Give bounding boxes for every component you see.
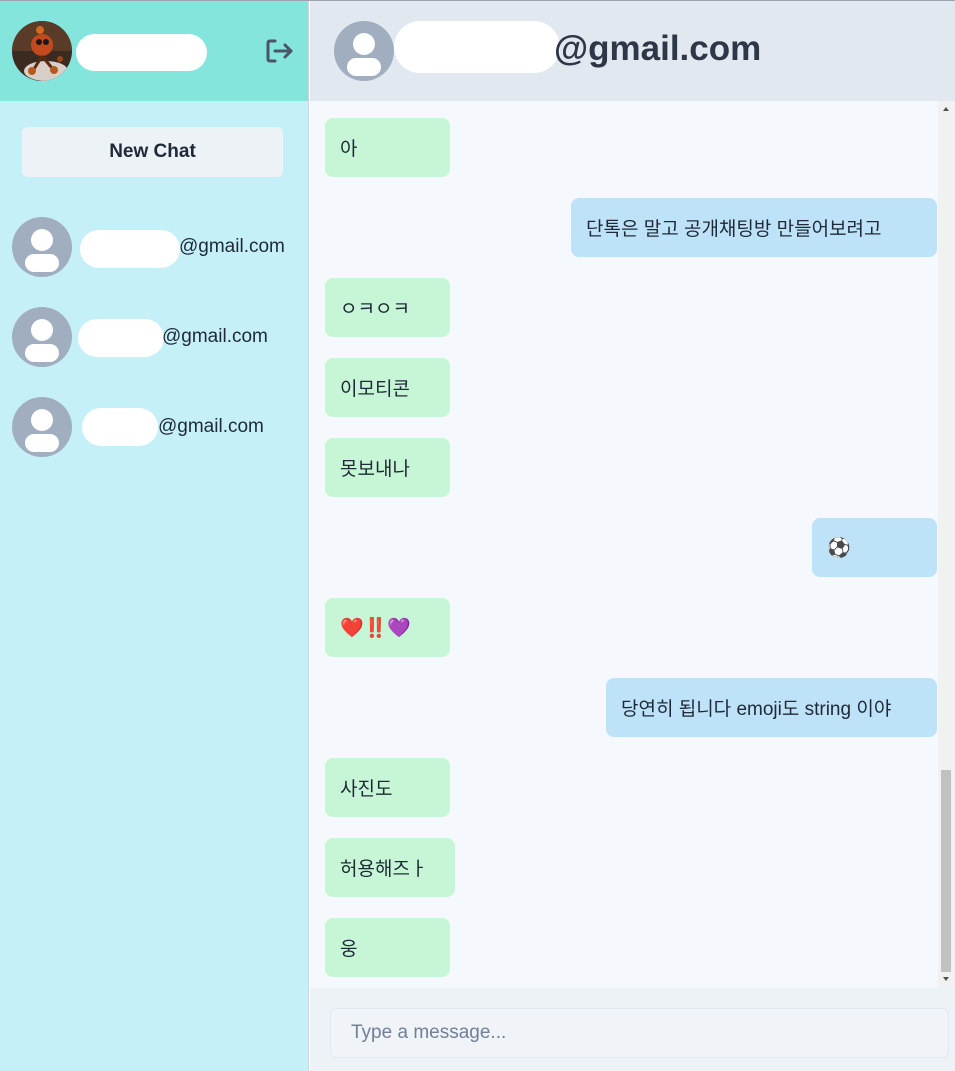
message-list: 아 단톡은 말고 공개채팅방 만들어보려고 ㅇㅋㅇㅋ 이모티콘 못보내나 ⚽ ❤… [310, 101, 938, 988]
message-outgoing: 단톡은 말고 공개채팅방 만들어보려고 [571, 198, 937, 257]
message-input[interactable] [330, 1008, 949, 1058]
message-outgoing: 당연히 됩니다 emoji도 string 이야 [606, 678, 937, 737]
logout-button[interactable] [264, 37, 296, 65]
redacted-username [76, 34, 207, 71]
message-incoming: 아 [325, 118, 450, 177]
chat-header: @gmail.com [310, 1, 955, 101]
message-incoming: 허용해즈ㅏ [325, 838, 455, 897]
scrollbar-thumb[interactable] [941, 770, 951, 972]
logout-icon [266, 39, 293, 63]
message-outgoing: ⚽ [812, 518, 937, 577]
contact-email: @gmail.com [162, 326, 268, 347]
message-incoming: 사진도 [325, 758, 450, 817]
contact-item[interactable]: @gmail.com [12, 397, 302, 457]
sidebar-header [0, 1, 308, 101]
chat-title: @gmail.com [554, 29, 762, 68]
user-avatar-icon [12, 397, 72, 457]
contact-email: @gmail.com [179, 236, 285, 257]
profile-photo-icon [12, 21, 72, 81]
user-avatar-icon [12, 217, 72, 277]
redacted-contact-name [80, 230, 180, 268]
message-composer [310, 988, 955, 1071]
message-incoming: ❤️‼️💜 [325, 598, 450, 657]
user-avatar-icon [12, 307, 72, 367]
message-incoming: 웅 [325, 918, 450, 977]
new-chat-button[interactable]: New Chat [22, 127, 283, 177]
contact-item[interactable]: @gmail.com [12, 217, 302, 277]
message-incoming: 못보내나 [325, 438, 450, 497]
message-incoming: ㅇㅋㅇㅋ [325, 278, 450, 337]
sidebar: New Chat @gmail.com @gmail.com @gmail.co… [0, 1, 309, 1071]
redacted-contact-name [78, 319, 164, 357]
scroll-down-arrow-icon[interactable] [941, 974, 951, 984]
soccer-ball-emoji: ⚽ [827, 537, 851, 559]
redacted-contact-name [82, 408, 158, 446]
user-avatar-icon [334, 21, 394, 81]
redacted-chat-name [394, 21, 560, 73]
my-avatar[interactable] [12, 21, 72, 81]
scroll-up-arrow-icon[interactable] [941, 104, 951, 114]
contact-item[interactable]: @gmail.com [12, 307, 302, 367]
message-incoming: 이모티콘 [325, 358, 450, 417]
contact-email: @gmail.com [158, 416, 264, 437]
